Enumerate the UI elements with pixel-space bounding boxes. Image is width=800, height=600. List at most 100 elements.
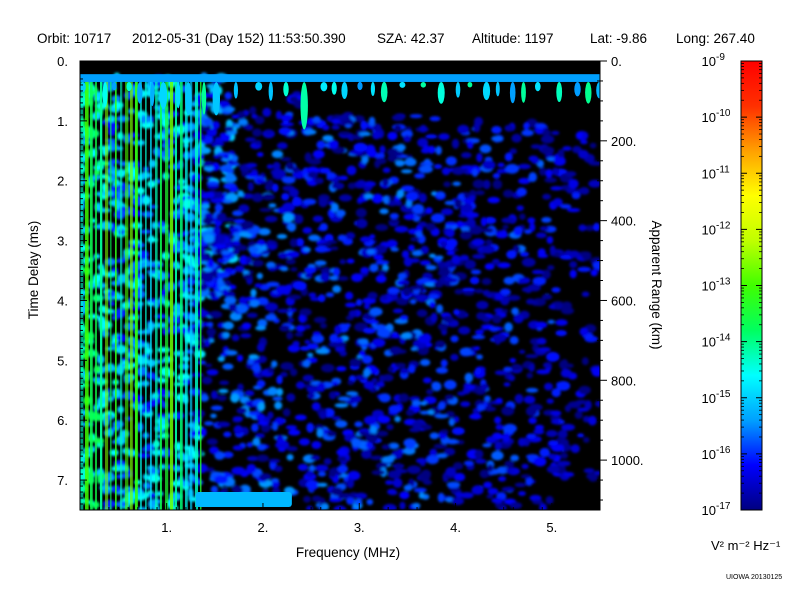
- heatmap-stripe: [175, 76, 177, 510]
- heatmap-cell: [387, 488, 397, 495]
- heatmap-cell: [518, 277, 531, 284]
- heatmap-cell: [569, 269, 577, 279]
- heatmap-cell: [402, 282, 409, 287]
- heatmap-cell: [509, 148, 517, 155]
- heatmap-cell: [240, 220, 255, 230]
- heatmap-cell: [317, 482, 328, 487]
- heatmap-cell: [495, 398, 503, 403]
- heatmap-stripe: [110, 76, 112, 510]
- heatmap-cell: [276, 142, 288, 150]
- heatmap-cell: [202, 217, 213, 225]
- heatmap-cell: [484, 395, 491, 402]
- heatmap-cell: [256, 272, 263, 280]
- heatmap-cell: [405, 191, 419, 202]
- heatmap-cell: [487, 487, 499, 495]
- heatmap-cell: [491, 450, 504, 461]
- heatmap-cell: [541, 146, 555, 155]
- heatmap-cell: [497, 162, 505, 168]
- heatmap-stripe: [100, 76, 103, 510]
- heatmap-cell: [245, 162, 258, 168]
- y-tick-label: 5.: [57, 353, 68, 368]
- heatmap-cell: [444, 394, 455, 401]
- heatmap-cell: [509, 336, 519, 345]
- heatmap-cell: [525, 406, 538, 417]
- heatmap-cell: [307, 158, 322, 165]
- heatmap-cell: [204, 421, 214, 426]
- heatmap-cell: [504, 124, 514, 132]
- heatmap-cell: [505, 163, 520, 174]
- heatmap-cell: [339, 350, 348, 357]
- heatmap-cell: [412, 203, 425, 214]
- heatmap-cell: [433, 164, 443, 169]
- heatmap-cell: [586, 473, 599, 480]
- heatmap-stripe: [120, 76, 123, 510]
- heatmap-cell: [421, 469, 432, 480]
- heatmap-spike: [150, 81, 155, 107]
- heatmap-cell: [246, 463, 257, 474]
- heatmap-cell: [451, 497, 464, 506]
- heatmap-cell: [267, 386, 278, 396]
- heatmap-cell: [329, 275, 339, 281]
- heatmap-cell: [286, 454, 294, 461]
- heatmap-stripe: [160, 76, 162, 510]
- heatmap-cell: [391, 114, 405, 122]
- heatmap-spike: [596, 82, 600, 99]
- heatmap-cell: [282, 408, 291, 417]
- heatmap-cell: [544, 382, 553, 391]
- heatmap-cell: [302, 198, 317, 205]
- x-tick-label: 4.: [450, 520, 461, 535]
- heatmap-cell: [274, 263, 282, 268]
- heatmap-cell: [200, 203, 211, 209]
- heatmap-cell: [289, 308, 297, 313]
- heatmap-cell: [213, 154, 220, 159]
- heatmap-cell: [358, 338, 369, 345]
- heatmap-stripe: [200, 76, 202, 510]
- heatmap-cell: [562, 146, 572, 151]
- heatmap-cell: [246, 312, 258, 318]
- heatmap-stripe: [180, 76, 183, 510]
- x-tick-label: 2.: [258, 520, 269, 535]
- heatmap-cell: [514, 393, 524, 404]
- heatmap-cell: [258, 473, 272, 481]
- heatmap-cell: [491, 497, 504, 504]
- heatmap-cell: [403, 484, 413, 491]
- heatmap-cell: [363, 368, 371, 378]
- y-tick-label: 7.: [57, 473, 68, 488]
- heatmap-cell: [578, 149, 589, 159]
- heatmap-cell: [275, 285, 290, 295]
- heatmap-cell: [419, 359, 431, 366]
- heatmap-cell: [501, 217, 516, 224]
- heatmap-cell: [339, 194, 352, 202]
- heatmap-cell: [355, 208, 367, 218]
- heatmap-cell: [307, 343, 319, 350]
- heatmap-cell: [491, 314, 502, 324]
- heatmap-cell: [464, 372, 474, 383]
- heatmap-cell: [97, 207, 112, 213]
- heatmap-cell: [389, 213, 399, 220]
- heatmap-spike: [126, 81, 132, 92]
- heatmap-cell: [236, 304, 248, 314]
- heatmap-cell: [502, 224, 509, 229]
- heatmap-cell: [209, 446, 219, 455]
- heatmap-cell: [532, 499, 544, 505]
- heatmap-cell: [460, 165, 474, 170]
- heatmap-cell: [593, 222, 600, 232]
- heatmap-cell: [503, 382, 511, 387]
- heatmap-cell: [429, 116, 441, 122]
- heatmap-cell: [207, 258, 215, 268]
- heatmap-cell: [528, 417, 537, 424]
- heatmap-cell: [538, 347, 551, 353]
- heatmap-cell: [293, 214, 304, 225]
- heatmap-cell: [472, 179, 485, 189]
- heatmap-cell: [314, 177, 324, 184]
- heatmap-cell: [382, 503, 397, 510]
- y-tick-label: 1.: [57, 114, 68, 129]
- heatmap-cell: [256, 152, 264, 157]
- heatmap-cell: [216, 421, 231, 428]
- y-tick-label: 2.: [57, 174, 68, 189]
- heatmap-cell: [236, 111, 246, 120]
- heatmap-cell: [282, 212, 295, 223]
- colorbar-tick-label: 10: [702, 54, 716, 69]
- heatmap-cell: [425, 222, 436, 232]
- heatmap-cell: [386, 239, 398, 249]
